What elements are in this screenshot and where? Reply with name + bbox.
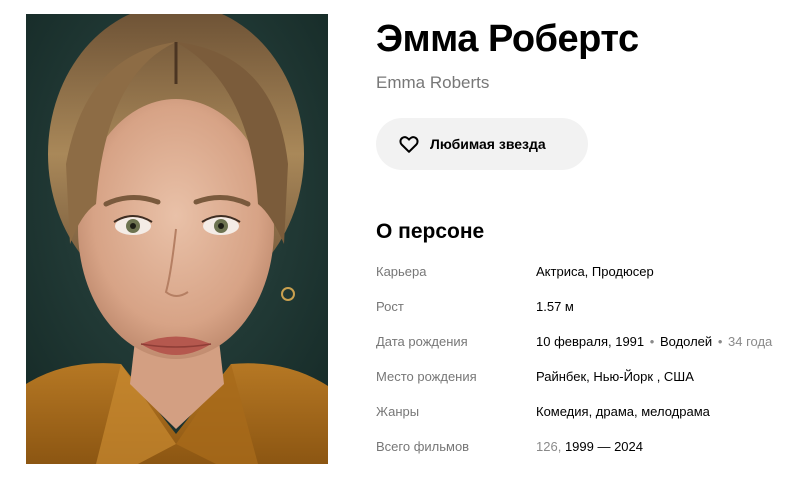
portrait-image	[26, 14, 328, 464]
fact-label: Жанры	[376, 404, 420, 419]
age-text: 34 года	[728, 334, 773, 349]
fact-total-films: Всего фильмов 126, 1999 — 2024	[376, 434, 786, 469]
favorite-star-label: Любимая звезда	[430, 136, 546, 152]
career-link[interactable]: Актриса, Продюсер	[536, 264, 654, 279]
bullet-separator: •	[649, 334, 655, 349]
bullet-separator: •	[717, 334, 723, 349]
fact-career: Карьера Актриса, Продюсер	[376, 259, 786, 294]
fact-value: Комедия, драма, мелодрама	[536, 399, 710, 425]
zodiac-link[interactable]: Водолей	[660, 334, 712, 349]
fact-value: Актриса, Продюсер	[536, 259, 654, 285]
fact-label: Всего фильмов	[376, 439, 470, 454]
fact-birth-date: Дата рождения 10 февраля, 1991 • Водолей…	[376, 329, 786, 364]
fact-value: Райнбек, Нью-Йорк , США	[536, 364, 694, 390]
fact-birth-place: Место рождения Райнбек, Нью-Йорк , США	[376, 364, 786, 399]
fact-label: Рост	[376, 299, 404, 314]
person-original-name: Emma Roberts	[376, 73, 490, 92]
fact-label: Место рождения	[376, 369, 477, 384]
fact-genres: Жанры Комедия, драма, мелодрама	[376, 399, 786, 434]
person-name: Эмма Робертс	[376, 18, 639, 60]
favorite-star-button[interactable]: Любимая звезда	[376, 118, 588, 170]
birth-place-link[interactable]: Райнбек, Нью-Йорк , США	[536, 369, 694, 384]
heart-icon	[398, 133, 420, 155]
genres-link[interactable]: Комедия, драма, мелодрама	[536, 404, 710, 419]
films-count: 126,	[536, 439, 562, 454]
person-photo	[26, 14, 328, 464]
fact-value: 10 февраля, 1991 • Водолей • 34 года	[536, 329, 772, 355]
films-years-link[interactable]: 1999 — 2024	[565, 439, 643, 454]
person-facts: Карьера Актриса, Продюсер Рост 1.57 м Да…	[376, 259, 786, 469]
about-section-title: О персоне	[376, 220, 485, 243]
birth-date-link[interactable]: 10 февраля, 1991	[536, 334, 644, 349]
fact-value: 126, 1999 — 2024	[536, 434, 643, 460]
fact-label: Дата рождения	[376, 334, 468, 349]
fact-label: Карьера	[376, 264, 427, 279]
fact-value: 1.57 м	[536, 299, 574, 314]
fact-height: Рост 1.57 м	[376, 294, 786, 329]
